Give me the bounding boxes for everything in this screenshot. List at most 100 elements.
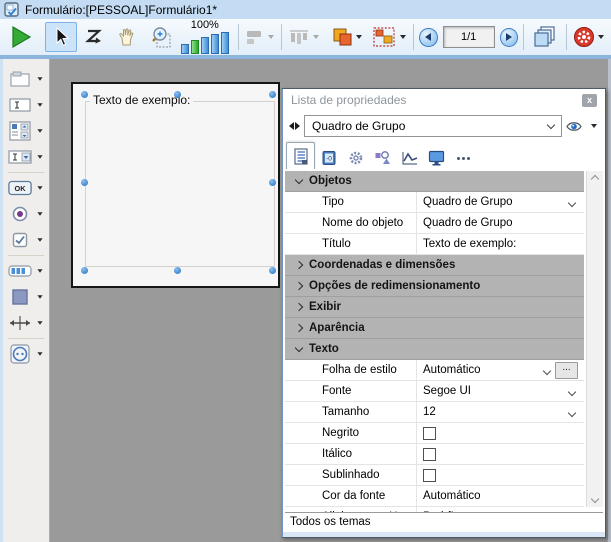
zoom-tool-button[interactable] [144,22,176,52]
pages-button[interactable] [529,22,561,52]
more-options-button[interactable]: ... [555,362,578,379]
section-coordenadas[interactable]: Coordenadas e dimensões [285,255,584,276]
select-tool-button[interactable] [45,22,77,52]
panel-scrollbar[interactable] [586,171,603,507]
chevron-down-icon[interactable] [313,35,319,39]
selection-handle-bottom-right[interactable] [269,267,276,274]
tool-combo-box[interactable] [8,144,45,170]
chevron-down-icon[interactable] [37,238,42,241]
selection-handle-bottom-middle[interactable] [174,267,181,274]
tab-settings[interactable] [342,147,369,169]
chevron-down-icon[interactable] [37,103,42,106]
tool-option-button[interactable] [8,201,45,227]
eye-icon[interactable] [566,120,585,133]
tool-group-box[interactable] [8,66,45,92]
tab-shapes[interactable] [369,147,396,169]
chevron-down-icon[interactable] [400,35,406,39]
zoom-level-widget[interactable]: 100% [181,20,229,54]
chevron-down-icon[interactable] [37,155,42,158]
tab-properties-list[interactable] [286,142,315,169]
selection-handle-middle-right[interactable] [269,179,276,186]
chevron-down-icon[interactable] [37,321,42,324]
progress-bar-icon [8,261,32,281]
tab-display[interactable] [423,147,450,169]
scroll-down-icon[interactable] [591,495,599,503]
chevron-down-icon[interactable] [268,35,274,39]
chevron-down-icon[interactable] [598,35,604,39]
next-object-icon[interactable] [295,122,300,130]
object-selector-dropdown[interactable]: Quadro de Grupo [304,115,562,137]
close-icon[interactable]: x [582,94,597,107]
zoom-bar-1[interactable] [181,44,189,54]
selection-handle-middle-left[interactable] [81,179,88,186]
section-texto[interactable]: Texto [285,339,584,360]
property-value-dropdown[interactable]: 12 [416,402,584,422]
pan-tool-button[interactable] [111,22,143,52]
chevron-down-icon[interactable] [37,77,42,80]
section-objetos[interactable]: Objetos [285,171,584,192]
selection-handle-top-left[interactable] [81,91,88,98]
align-button-group[interactable] [244,28,276,46]
settings-group[interactable] [572,25,606,49]
page-indicator-field[interactable]: 1/1 [443,26,495,48]
zoom-bar-4[interactable] [211,34,219,54]
chevron-down-icon[interactable] [356,35,362,39]
tab-data[interactable]: -0 [315,147,342,169]
chevron-down-icon[interactable] [37,186,42,189]
tab-more[interactable] [450,147,477,169]
tool-check-box[interactable] [8,227,45,253]
scroll-up-icon[interactable] [591,175,599,183]
tool-text-field[interactable] [8,92,45,118]
section-exibir[interactable]: Exibir [285,297,584,318]
chevron-down-icon[interactable] [37,269,42,272]
previous-page-button[interactable] [419,28,437,47]
property-value-dropdown[interactable]: Quadro de Grupo [416,192,584,212]
panel-bottom-strip [283,532,605,537]
zoom-bar-current[interactable] [191,40,199,54]
chevron-down-icon[interactable] [37,295,42,298]
run-form-button[interactable] [5,22,37,52]
chevron-down-icon[interactable] [37,129,42,132]
zoom-bar-5[interactable] [221,32,229,54]
checkbox-unchecked[interactable] [423,448,436,461]
section-redimensionamento[interactable]: Opções de redimensionamento [285,276,584,297]
chevron-down-icon[interactable] [591,124,597,128]
arrange-order-group[interactable] [330,26,364,48]
zoom-level-bars[interactable] [181,32,229,54]
selection-handle-bottom-left[interactable] [81,267,88,274]
checkbox-unchecked[interactable] [423,469,436,482]
tab-order-button[interactable] [78,22,110,52]
property-row-negrito: Negrito [285,423,584,444]
chevron-down-icon[interactable] [37,352,42,355]
zoom-bar-3[interactable] [201,37,209,54]
selection-handle-top-right[interactable] [269,91,276,98]
group-objects-icon [372,26,398,48]
property-value-text[interactable]: Quadro de Grupo [416,213,584,233]
chevron-down-icon [295,343,303,351]
property-row-cor-da-fonte: Cor da fonte Automático [285,486,584,507]
panel-titlebar[interactable]: Lista de propriedades x [283,89,605,111]
previous-object-icon[interactable] [289,122,294,130]
tool-custom-control[interactable] [8,341,45,367]
selection-handle-top-middle[interactable] [174,91,181,98]
section-aparencia[interactable]: Aparência [285,318,584,339]
group-objects-group[interactable] [372,26,408,48]
tool-list-box[interactable] [8,118,45,144]
property-value-text[interactable]: Texto de exemplo: [416,234,584,254]
rectangle-icon [8,287,32,307]
property-value-dropdown[interactable]: Automático ... [416,360,584,380]
distribute-button-group[interactable] [287,28,321,46]
checkbox-unchecked[interactable] [423,427,436,440]
property-label: Itálico [285,444,416,464]
tool-rectangle[interactable] [8,284,45,310]
property-value-dropdown[interactable]: Segoe UI [416,381,584,401]
tool-push-button[interactable]: OK [8,175,45,201]
tab-curve[interactable] [396,147,423,169]
form-canvas[interactable]: Texto de exemplo: [71,82,280,288]
property-value-text[interactable]: Automático [416,486,584,506]
chevron-down-icon[interactable] [37,212,42,215]
tool-line[interactable] [8,310,45,336]
group-box-control[interactable]: Texto de exemplo: [85,101,275,267]
next-page-button[interactable] [500,28,518,47]
tool-progress-bar[interactable] [8,258,45,284]
